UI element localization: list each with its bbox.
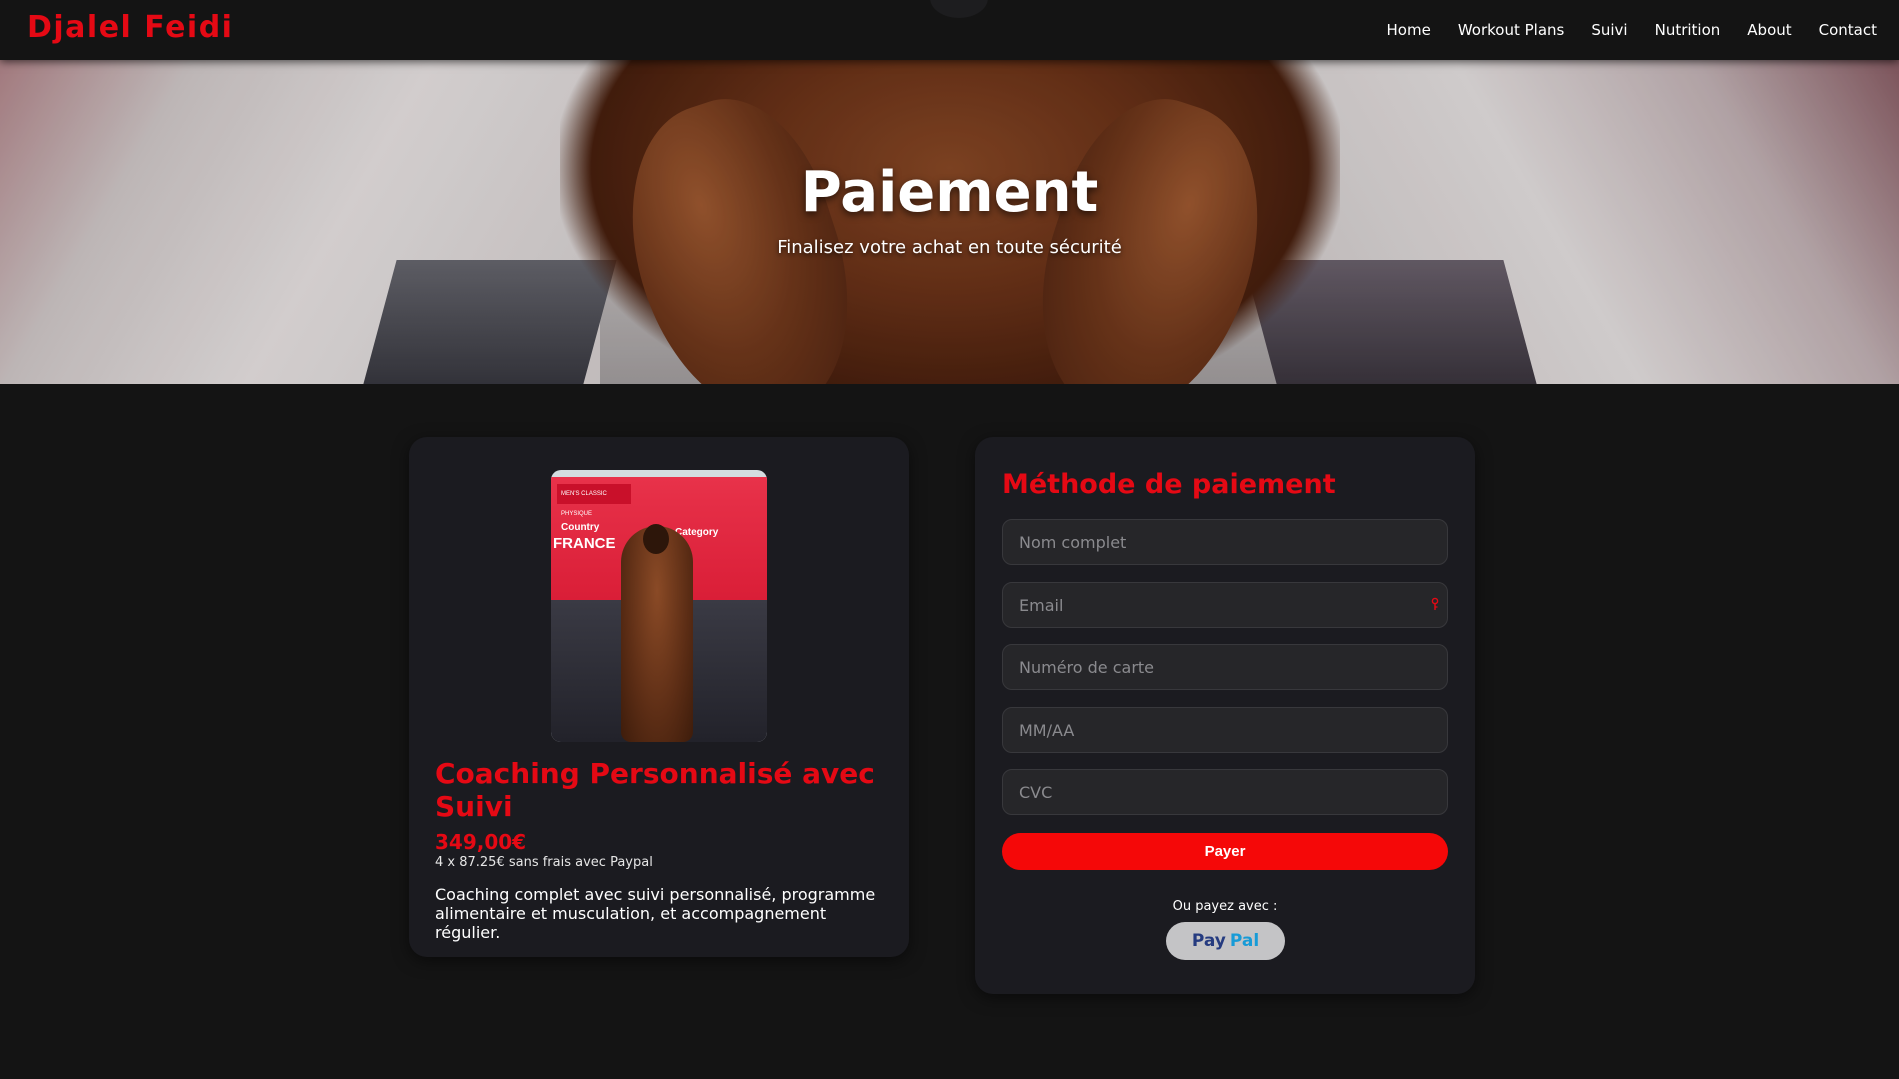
product-image: MEN'S CLASSIC PHYSIQUE Country FRANCE Ca… bbox=[551, 470, 767, 742]
nav-link-contact[interactable]: Contact bbox=[1819, 21, 1877, 39]
key-icon[interactable] bbox=[1430, 597, 1440, 611]
nav-link-suivi[interactable]: Suivi bbox=[1591, 21, 1627, 39]
product-card: MEN'S CLASSIC PHYSIQUE Country FRANCE Ca… bbox=[409, 437, 909, 957]
alternative-payment-label: Ou payez avec : bbox=[1172, 899, 1278, 914]
cvc-input[interactable] bbox=[1002, 769, 1448, 815]
page-title: Paiement bbox=[800, 160, 1099, 225]
nav-notch bbox=[930, 0, 988, 18]
card-number-input[interactable] bbox=[1002, 644, 1448, 690]
paypal-logo-pal: Pal bbox=[1229, 931, 1260, 951]
product-title: Coaching Personnalisé avec Suivi bbox=[435, 757, 875, 823]
product-price: 349,00€ bbox=[435, 830, 527, 854]
nav-links: Home Workout Plans Suivi Nutrition About… bbox=[1387, 21, 1877, 39]
nav-link-nutrition[interactable]: Nutrition bbox=[1655, 21, 1721, 39]
product-description: Coaching complet avec suivi personnalisé… bbox=[435, 885, 876, 942]
navbar: Djalel Feidi Home Workout Plans Suivi Nu… bbox=[0, 0, 1899, 60]
product-image-country: FRANCE bbox=[553, 535, 616, 552]
expiry-input[interactable] bbox=[1002, 707, 1448, 753]
payment-card: Méthode de paiement Payer Ou payez avec … bbox=[975, 437, 1475, 994]
paypal-button[interactable]: Pay Pal bbox=[1166, 922, 1285, 960]
product-image-athlete bbox=[621, 526, 693, 742]
product-image-athlete-head bbox=[643, 524, 669, 554]
brand-logo[interactable]: Djalel Feidi bbox=[27, 10, 233, 45]
product-installments: 4 x 87.25€ sans frais avec Paypal bbox=[435, 855, 653, 870]
hero-banner: Paiement Finalisez votre achat en toute … bbox=[0, 60, 1899, 384]
nav-link-home[interactable]: Home bbox=[1387, 21, 1431, 39]
product-image-tag: MEN'S CLASSIC PHYSIQUE bbox=[557, 484, 631, 517]
email-input[interactable] bbox=[1002, 582, 1448, 628]
pay-button[interactable]: Payer bbox=[1002, 833, 1448, 870]
paypal-logo-pay: Pay bbox=[1191, 931, 1226, 951]
payment-method-title: Méthode de paiement bbox=[1002, 469, 1336, 500]
nav-link-about[interactable]: About bbox=[1747, 21, 1791, 39]
nav-link-workout-plans[interactable]: Workout Plans bbox=[1458, 21, 1565, 39]
page-subtitle: Finalisez votre achat en toute sécurité bbox=[777, 237, 1122, 258]
product-image-country-label: Country bbox=[561, 522, 600, 533]
full-name-input[interactable] bbox=[1002, 519, 1448, 565]
